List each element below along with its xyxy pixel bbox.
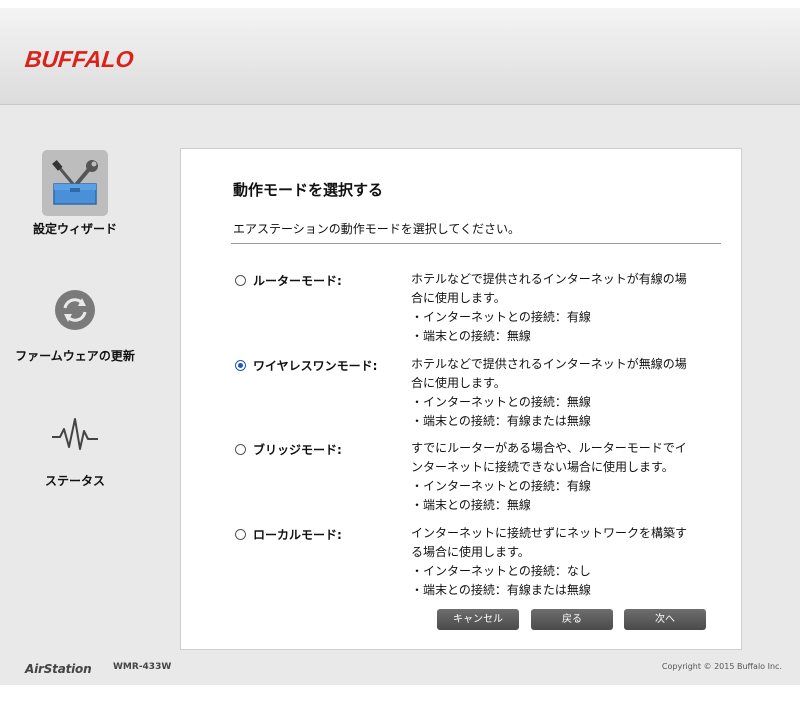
sidebar-item-setup-wizard[interactable]: 設定ウィザード [0,150,150,237]
desc-line: すでにルーターがある場合や、ルーターモードでイ [411,441,687,455]
product-logo: AirStation [25,662,92,676]
page-description: エアステーションの動作モードを選択してください。 [233,222,521,236]
radio-button-selected[interactable] [235,360,246,371]
radio-button[interactable] [235,444,246,455]
next-button[interactable]: 次へ [624,609,706,630]
mode-description: インターネットに接続せずにネットワークを構築す る場合に使用します。 ・インター… [411,524,731,600]
page-title: 動作モードを選択する [233,181,384,199]
divider [231,243,721,244]
mode-description: ホテルなどで提供されるインターネットが有線の場 合に使用します。 ・インターネッ… [411,270,731,346]
pulse-icon [42,402,108,468]
sidebar-item-firmware-update[interactable]: ファームウェアの更新 [0,277,150,364]
radio-button[interactable] [235,275,246,286]
desc-line: 合に使用します。 [411,291,506,305]
router-mode-radio-option[interactable]: ルーターモード: [235,272,342,289]
wireless-wan-mode-radio-option[interactable]: ワイヤレスワンモード: [235,357,377,374]
desc-line: ・端末との接続：有線または無線 [411,414,591,428]
mode-selection-panel: 動作モードを選択する エアステーションの動作モードを選択してください。 ルーター… [180,148,742,650]
sidebar-item-label: ファームウェアの更新 [15,349,135,363]
mode-description: ホテルなどで提供されるインターネットが無線の場 合に使用します。 ・インターネッ… [411,355,731,431]
radio-button[interactable] [235,529,246,540]
desc-line: ホテルなどで提供されるインターネットが有線の場 [411,272,687,286]
mode-label: ブリッジモード: [253,443,342,457]
desc-line: ンターネットに接続できない場合に使用します。 [411,460,674,474]
desc-line: インターネットに接続せずにネットワークを構築す [411,526,688,540]
bridge-mode-radio-option[interactable]: ブリッジモード: [235,441,342,458]
footer: AirStation WMR-433W Copyright © 2015 Buf… [0,653,800,685]
local-mode-radio-option[interactable]: ローカルモード: [235,526,342,543]
sidebar-item-label: ステータス [44,474,105,488]
desc-line: る場合に使用します。 [411,545,530,559]
desc-line: ・インターネットとの接続：無線 [411,395,591,409]
mode-label: ワイヤレスワンモード: [253,359,378,373]
desc-line: ・端末との接続：無線 [411,329,531,343]
toolbox-icon [42,150,108,216]
brand-logo: BUFFALO [23,46,136,72]
cancel-button[interactable]: キャンセル [437,609,519,630]
sidebar-item-label: 設定ウィザード [32,222,117,236]
desc-line: ・インターネットとの接続：なし [411,564,591,578]
mode-label: ローカルモード: [253,528,342,542]
model-name: WMR-433W [113,662,172,672]
sidebar-item-status[interactable]: ステータス [0,402,150,489]
desc-line: ホテルなどで提供されるインターネットが無線の場 [411,357,687,371]
copyright: Copyright © 2015 Buffalo Inc. [661,662,782,671]
header: BUFFALO [0,8,800,105]
desc-line: 合に使用します。 [411,376,506,390]
desc-line: ・端末との接続：有線または無線 [411,583,591,597]
mode-description: すでにルーターがある場合や、ルーターモードでイ ンターネットに接続できない場合に… [411,439,731,515]
desc-line: ・端末との接続：無線 [411,498,531,512]
back-button[interactable]: 戻る [531,609,613,630]
desc-line: ・インターネットとの接続：有線 [411,310,591,324]
desc-line: ・インターネットとの接続：有線 [411,479,591,493]
top-strip [0,0,800,8]
mode-label: ルーターモード: [253,274,342,288]
refresh-icon [42,277,108,343]
